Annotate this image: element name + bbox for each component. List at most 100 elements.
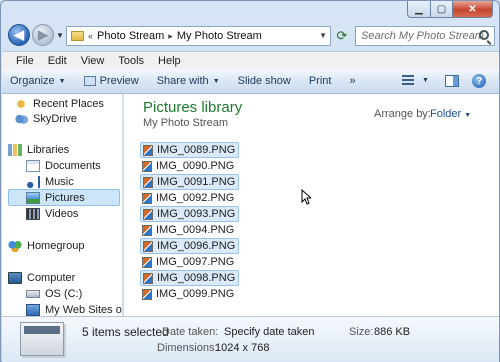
file-item[interactable]: IMG_0089.PNG bbox=[140, 142, 240, 158]
nav-item-web-sites[interactable]: My Web Sites on bbox=[26, 302, 123, 316]
documents-icon bbox=[26, 159, 40, 172]
network-location-icon bbox=[26, 303, 40, 316]
menu-edit[interactable]: Edit bbox=[48, 55, 67, 67]
file-item[interactable]: IMG_0094.PNG bbox=[140, 222, 237, 238]
nav-item-documents[interactable]: Documents bbox=[26, 158, 101, 173]
menu-file[interactable]: File bbox=[16, 55, 34, 67]
png-file-icon bbox=[143, 272, 153, 284]
file-item[interactable]: IMG_0098.PNG bbox=[140, 270, 240, 286]
computer-icon bbox=[8, 271, 22, 284]
search-icon[interactable] bbox=[479, 30, 489, 40]
close-button[interactable]: ✕ bbox=[453, 1, 493, 18]
maximize-button[interactable]: ▢ bbox=[431, 1, 453, 18]
navigation-pane: Recent Places SkyDrive Libraries Documen… bbox=[2, 94, 123, 316]
arrange-by-dropdown[interactable]: Folder ▼ bbox=[430, 108, 471, 120]
png-file-icon bbox=[142, 288, 152, 300]
file-item[interactable]: IMG_0091.PNG bbox=[140, 174, 240, 190]
nav-item-recent-places[interactable]: Recent Places bbox=[14, 96, 104, 111]
preview-button[interactable]: Preview bbox=[83, 75, 139, 87]
music-icon bbox=[26, 175, 40, 188]
minimize-icon: ▁ bbox=[415, 3, 423, 15]
file-name: IMG_0091.PNG bbox=[157, 176, 236, 188]
file-item[interactable]: IMG_0096.PNG bbox=[140, 238, 240, 254]
more-label: » bbox=[349, 75, 356, 87]
views-icon bbox=[402, 75, 414, 85]
slide-show-button[interactable]: Slide show bbox=[238, 75, 291, 87]
menu-tools[interactable]: Tools bbox=[118, 55, 144, 67]
nav-label: Libraries bbox=[27, 143, 70, 156]
file-item[interactable]: IMG_0097.PNG bbox=[140, 254, 237, 270]
nav-item-videos[interactable]: Videos bbox=[26, 206, 78, 221]
nav-label: SkyDrive bbox=[33, 112, 78, 125]
arrange-by-label: Arrange by: bbox=[374, 108, 431, 120]
menu-view[interactable]: View bbox=[81, 55, 105, 67]
refresh-icon: ⟳ bbox=[336, 28, 348, 43]
nav-label: Music bbox=[45, 175, 74, 188]
png-file-icon bbox=[142, 224, 152, 236]
back-arrow-icon: ◀ bbox=[14, 27, 24, 42]
search-input[interactable]: Search My Photo Stream bbox=[355, 26, 495, 46]
file-name: IMG_0094.PNG bbox=[156, 224, 235, 236]
breadcrumb-photo-stream[interactable]: Photo Stream bbox=[97, 30, 164, 42]
file-name: IMG_0098.PNG bbox=[157, 272, 236, 284]
close-icon: ✕ bbox=[468, 3, 477, 15]
file-name: IMG_0096.PNG bbox=[157, 240, 236, 252]
png-file-icon bbox=[142, 192, 152, 204]
nav-item-computer[interactable]: Computer bbox=[8, 270, 75, 285]
file-name: IMG_0092.PNG bbox=[156, 192, 235, 204]
print-button[interactable]: Print bbox=[309, 75, 332, 87]
file-name: IMG_0093.PNG bbox=[157, 208, 236, 220]
address-bar[interactable]: « Photo Stream ▸ My Photo Stream ▼ bbox=[66, 26, 331, 46]
breadcrumb-my-photo-stream[interactable]: My Photo Stream bbox=[177, 30, 262, 42]
selection-thumbnail bbox=[20, 322, 64, 356]
preview-pane-button[interactable] bbox=[445, 75, 459, 87]
dimensions-label: Dimensions: bbox=[157, 342, 218, 354]
selected-count: 5 items selected bbox=[82, 325, 169, 339]
nav-label: My Web Sites on bbox=[45, 303, 123, 316]
minimize-button[interactable]: ▁ bbox=[407, 1, 431, 18]
file-name: IMG_0089.PNG bbox=[157, 144, 236, 156]
address-dropdown-icon[interactable]: ▼ bbox=[319, 31, 327, 40]
share-with-button[interactable]: Share with ▼ bbox=[157, 75, 220, 87]
organize-label: Organize bbox=[10, 75, 55, 87]
nav-item-pictures[interactable]: Pictures bbox=[26, 190, 85, 205]
menu-help[interactable]: Help bbox=[158, 55, 181, 67]
nav-item-music[interactable]: Music bbox=[26, 174, 74, 189]
organize-button[interactable]: Organize ▼ bbox=[10, 75, 66, 87]
file-item[interactable]: IMG_0093.PNG bbox=[140, 206, 240, 222]
nav-label: Recent Places bbox=[33, 97, 104, 110]
file-name: IMG_0097.PNG bbox=[156, 256, 235, 268]
caption-buttons: ▁ ▢ ✕ bbox=[407, 1, 493, 18]
chevron-down-icon: ▼ bbox=[464, 112, 472, 119]
png-file-icon bbox=[142, 256, 152, 268]
nav-item-skydrive[interactable]: SkyDrive bbox=[14, 111, 77, 126]
change-view-button[interactable]: ▼ bbox=[402, 75, 429, 85]
forward-button[interactable]: ▶ bbox=[32, 24, 54, 46]
folder-icon bbox=[71, 31, 84, 41]
maximize-icon: ▢ bbox=[436, 3, 447, 15]
recent-pages-dropdown[interactable]: ▼ bbox=[56, 31, 64, 40]
refresh-button[interactable]: ⟳ bbox=[333, 26, 351, 46]
file-item[interactable]: IMG_0099.PNG bbox=[140, 286, 237, 302]
nav-label: Videos bbox=[45, 207, 79, 220]
back-button[interactable]: ◀ bbox=[8, 24, 30, 46]
nav-item-os-drive[interactable]: OS (C:) bbox=[26, 286, 82, 301]
nav-item-homegroup[interactable]: Homegroup bbox=[8, 238, 84, 253]
nav-item-libraries[interactable]: Libraries bbox=[8, 142, 69, 157]
file-item[interactable]: IMG_0092.PNG bbox=[140, 190, 237, 206]
nav-label: OS (C:) bbox=[45, 287, 83, 300]
more-commands-button[interactable]: » bbox=[349, 75, 355, 87]
arrange-value: Folder bbox=[430, 108, 462, 120]
date-taken-value[interactable]: Specify date taken bbox=[224, 326, 315, 338]
history-chevron[interactable]: « bbox=[88, 31, 93, 41]
menu-bar: File Edit View Tools Help bbox=[2, 51, 499, 69]
nav-label: Documents bbox=[45, 159, 101, 172]
png-file-icon bbox=[143, 240, 153, 252]
png-file-icon bbox=[143, 176, 153, 188]
help-button[interactable]: ? bbox=[472, 74, 486, 88]
file-item[interactable]: IMG_0090.PNG bbox=[140, 158, 237, 174]
size-value: 886 KB bbox=[374, 326, 411, 338]
breadcrumb-separator[interactable]: ▸ bbox=[168, 31, 173, 42]
share-label: Share with bbox=[156, 75, 209, 87]
chevron-down-icon: ▼ bbox=[422, 76, 429, 84]
